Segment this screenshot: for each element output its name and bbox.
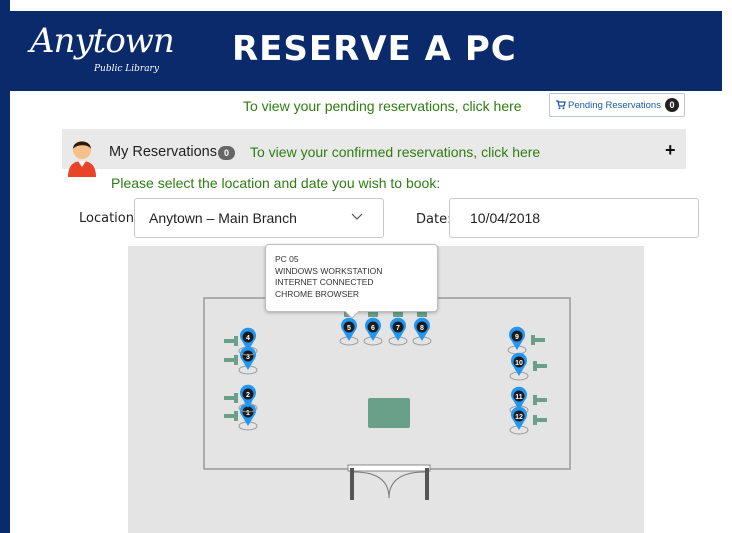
- avatar-icon: [68, 141, 96, 177]
- pc-station-10[interactable]: 10: [509, 352, 547, 381]
- location-select[interactable]: Anytown – Main Branch: [134, 198, 384, 238]
- left-frame: [0, 0, 10, 533]
- page-header: Anytown Public Library RESERVE A PC: [10, 11, 722, 91]
- pc-station-8[interactable]: 8: [412, 309, 432, 346]
- pc-station-1[interactable]: 1: [224, 402, 258, 431]
- tooltip-line: CHROME BROWSER: [275, 288, 360, 299]
- location-label: Location:: [79, 211, 139, 226]
- my-reservations-count-badge: 0: [218, 146, 235, 160]
- confirmed-reservations-link[interactable]: To view your confirmed reservations, cli…: [250, 144, 540, 160]
- logo-script-text: Anytown: [30, 21, 175, 61]
- pc-number: 2: [246, 392, 250, 399]
- pc-number: 4: [246, 335, 250, 342]
- pc-station-6[interactable]: 6: [363, 309, 383, 346]
- tooltip-line: INTERNET CONNECTED: [275, 277, 374, 287]
- pc-number: 9: [515, 334, 519, 341]
- expand-plus-icon[interactable]: +: [665, 140, 676, 161]
- pc-station-3[interactable]: 3: [224, 346, 258, 375]
- pc-number: 7: [396, 325, 400, 332]
- pc-station-12[interactable]: 12: [509, 406, 547, 435]
- select-prompt: Please select the location and date you …: [111, 175, 441, 191]
- cart-icon: [556, 100, 566, 110]
- pc-number: 5: [347, 325, 351, 332]
- page-title: RESERVE A PC: [232, 29, 517, 69]
- pending-reservations-button[interactable]: Pending Reservations 0: [549, 93, 685, 117]
- tooltip-line: WINDOWS WORKSTATION: [275, 265, 383, 276]
- pc-number: 10: [515, 360, 523, 367]
- logo-subtitle: Public Library: [94, 64, 159, 74]
- tooltip-arrow: [345, 311, 359, 319]
- pending-count-badge: 0: [664, 98, 679, 112]
- pc-number: 6: [371, 325, 375, 332]
- pc-number: 11: [515, 394, 523, 401]
- location-value: Anytown – Main Branch: [149, 210, 297, 226]
- pc-number: 12: [515, 414, 523, 421]
- pc-number: 8: [420, 325, 424, 332]
- pc-station-9[interactable]: 9: [507, 326, 545, 355]
- chevron-down-icon: [351, 213, 363, 220]
- my-reservations-label: My Reservations: [109, 144, 217, 160]
- pending-reservations-link[interactable]: To view your pending reservations, click…: [243, 98, 522, 114]
- pc-tooltip: PC 05 WINDOWS WORKSTATION INTERNET CONNE…: [265, 244, 438, 312]
- pc-station-7[interactable]: 7: [388, 309, 408, 346]
- tooltip-line: PC 05: [275, 254, 299, 264]
- pending-reservations-label: Pending Reservations: [568, 99, 661, 111]
- date-field[interactable]: [449, 198, 699, 238]
- library-logo[interactable]: Anytown Public Library: [30, 21, 180, 75]
- pc-number: 1: [246, 410, 250, 417]
- date-label: Date:: [416, 212, 452, 227]
